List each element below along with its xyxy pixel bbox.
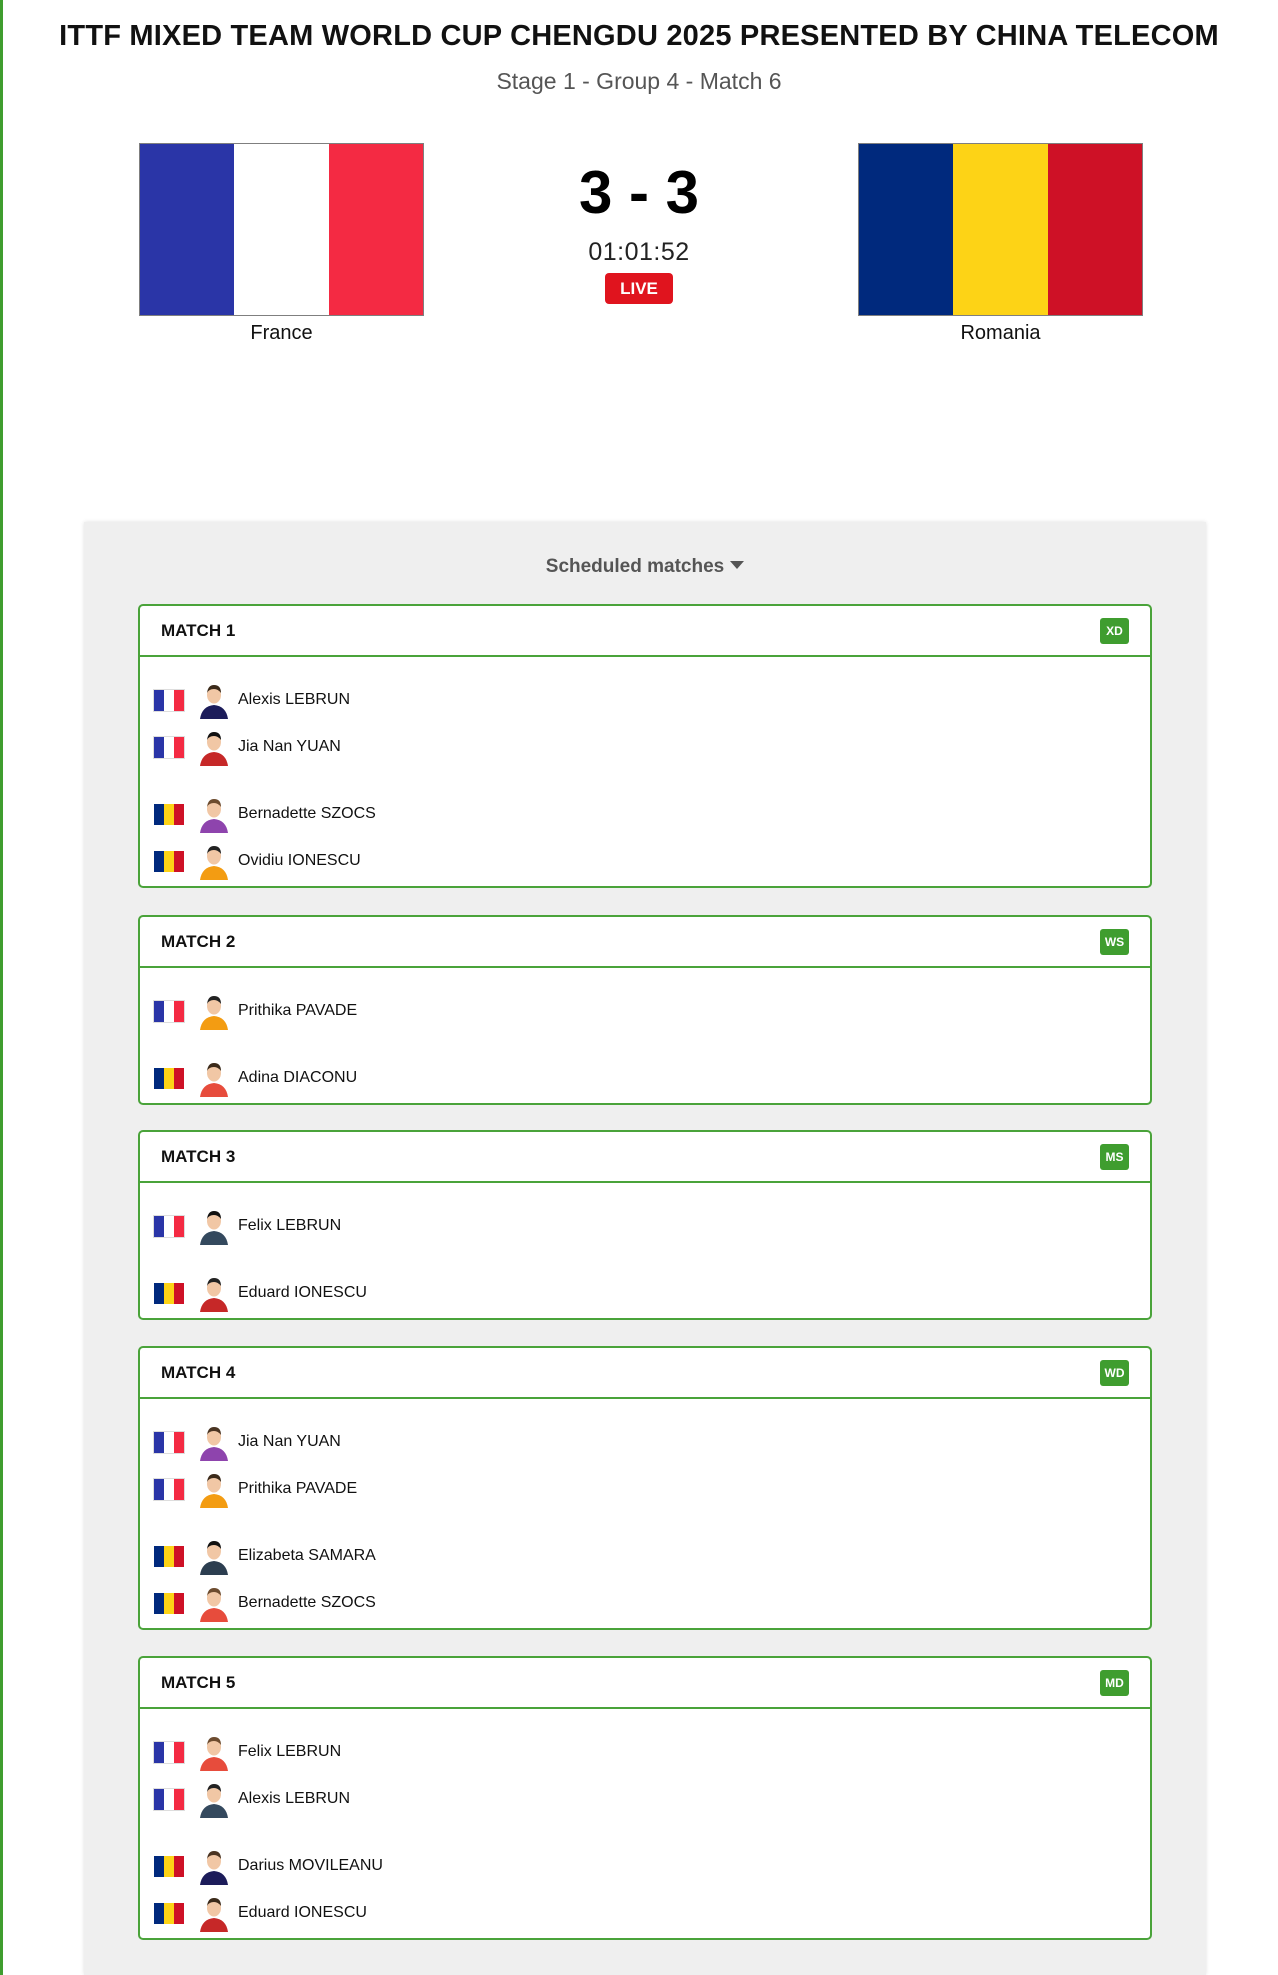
match-card[interactable]: MATCH 1 XD Alexis LEBRUN Jia Nan YUAN Bernad… [138,604,1152,888]
player-name[interactable]: Felix LEBRUN [238,1743,341,1761]
player-avatar [197,1421,231,1461]
france-flag-icon [153,689,185,712]
away-team-name: Romania [960,322,1041,344]
player-avatar [197,726,231,766]
match-type-badge: WS [1100,929,1129,955]
match-header: MATCH 2 WS [140,917,1150,968]
scheduled-matches-panel: Scheduled matches MATCH 1 XD Alexis LEBRUN… [84,522,1206,1975]
player-avatar [197,793,231,833]
away-team[interactable]: Romania [858,143,1143,345]
match-title: MATCH 1 [161,621,236,640]
match-header: MATCH 4 WD [140,1348,1150,1399]
france-flag-icon [153,736,185,759]
match-title: MATCH 3 [161,1147,236,1166]
match-header: MATCH 3 MS [140,1132,1150,1183]
match-card[interactable]: MATCH 4 WD Jia Nan YUAN Prithika PAVADE Eliz… [138,1346,1152,1630]
flag-band [328,144,423,315]
scheduled-matches-label: Scheduled matches [545,556,725,577]
player-avatar [197,1535,231,1575]
match-type-badge: MS [1100,1144,1129,1170]
player-avatar [197,1468,231,1508]
live-badge: LIVE [605,273,673,304]
player-avatar [197,679,231,719]
home-team[interactable]: France [139,143,424,345]
stage-subtitle: Stage 1 - Group 4 - Match 6 [496,68,782,94]
match-card[interactable]: MATCH 2 WS Prithika PAVADE Adina DIACONU [138,915,1152,1105]
player-name[interactable]: Adina DIACONU [238,1069,357,1087]
player-name[interactable]: Felix LEBRUN [238,1217,341,1235]
romania-flag-icon [154,851,184,872]
player-avatar [197,1892,231,1932]
player-name[interactable]: Jia Nan YUAN [238,1433,341,1451]
player-avatar [197,840,231,880]
match-header: MATCH 5 MD [140,1658,1150,1709]
player-name[interactable]: Jia Nan YUAN [238,738,341,756]
player-avatar [197,990,231,1030]
match-type-badge: WD [1100,1360,1129,1386]
france-flag-icon [153,1215,185,1238]
team-score: 3 - 3 [578,159,700,226]
match-type-badge: MD [1100,1670,1129,1696]
player-avatar [197,1272,231,1312]
player-name[interactable]: Alexis LEBRUN [238,691,350,709]
player-name[interactable]: Prithika PAVADE [238,1002,357,1020]
romania-flag-icon [154,1546,184,1567]
romania-flag-icon [154,1068,184,1089]
match-clock: 01:01:52 [588,238,690,266]
flag-band [1047,144,1142,315]
match-type-badge: XD [1100,618,1129,644]
france-flag-icon [153,1000,185,1023]
player-name[interactable]: Prithika PAVADE [238,1480,357,1498]
flag-band [953,144,1048,315]
match-title: MATCH 2 [161,932,236,951]
scoreboard: 3 - 3 01:01:52 LIVE [539,160,739,304]
away-team-flag [858,143,1143,316]
left-accent-rule [0,0,3,1975]
scheduled-matches-toggle[interactable]: Scheduled matches [84,556,1206,578]
match-title: MATCH 4 [161,1363,236,1382]
caret-down-icon [730,560,745,569]
player-avatar [197,1057,231,1097]
romania-flag-icon [154,1593,184,1614]
player-name[interactable]: Darius MOVILEANU [238,1857,383,1875]
player-name[interactable]: Bernadette SZOCS [238,805,376,823]
romania-flag-icon [154,1283,184,1304]
flag-band [234,144,329,315]
romania-flag-icon [154,1903,184,1924]
player-avatar [197,1778,231,1818]
player-name[interactable]: Eduard IONESCU [238,1904,367,1922]
match-header: MATCH 1 XD [140,606,1150,657]
player-name[interactable]: Ovidiu IONESCU [238,852,361,870]
match-card[interactable]: MATCH 5 MD Felix LEBRUN Alexis LEBRUN Darius… [138,1656,1152,1940]
player-name[interactable]: Bernadette SZOCS [238,1594,376,1612]
player-name[interactable]: Alexis LEBRUN [238,1790,350,1808]
event-title: ITTF MIXED TEAM WORLD CUP CHENGDU 2025 P… [59,20,1219,52]
player-avatar [197,1845,231,1885]
player-avatar [197,1205,231,1245]
match-card[interactable]: MATCH 3 MS Felix LEBRUN Eduard IONESCU [138,1130,1152,1320]
france-flag-icon [153,1741,185,1764]
home-team-name: France [250,322,313,344]
france-flag-icon [153,1478,185,1501]
match-title: MATCH 5 [161,1673,236,1692]
flag-band [859,144,954,315]
romania-flag-icon [154,1856,184,1877]
romania-flag-icon [154,804,184,825]
france-flag-icon [153,1788,185,1811]
player-avatar [197,1582,231,1622]
player-name[interactable]: Elizabeta SAMARA [238,1547,376,1565]
player-avatar [197,1731,231,1771]
france-flag-icon [153,1431,185,1454]
player-name[interactable]: Eduard IONESCU [238,1284,367,1302]
flag-band [140,144,235,315]
home-team-flag [139,143,424,316]
